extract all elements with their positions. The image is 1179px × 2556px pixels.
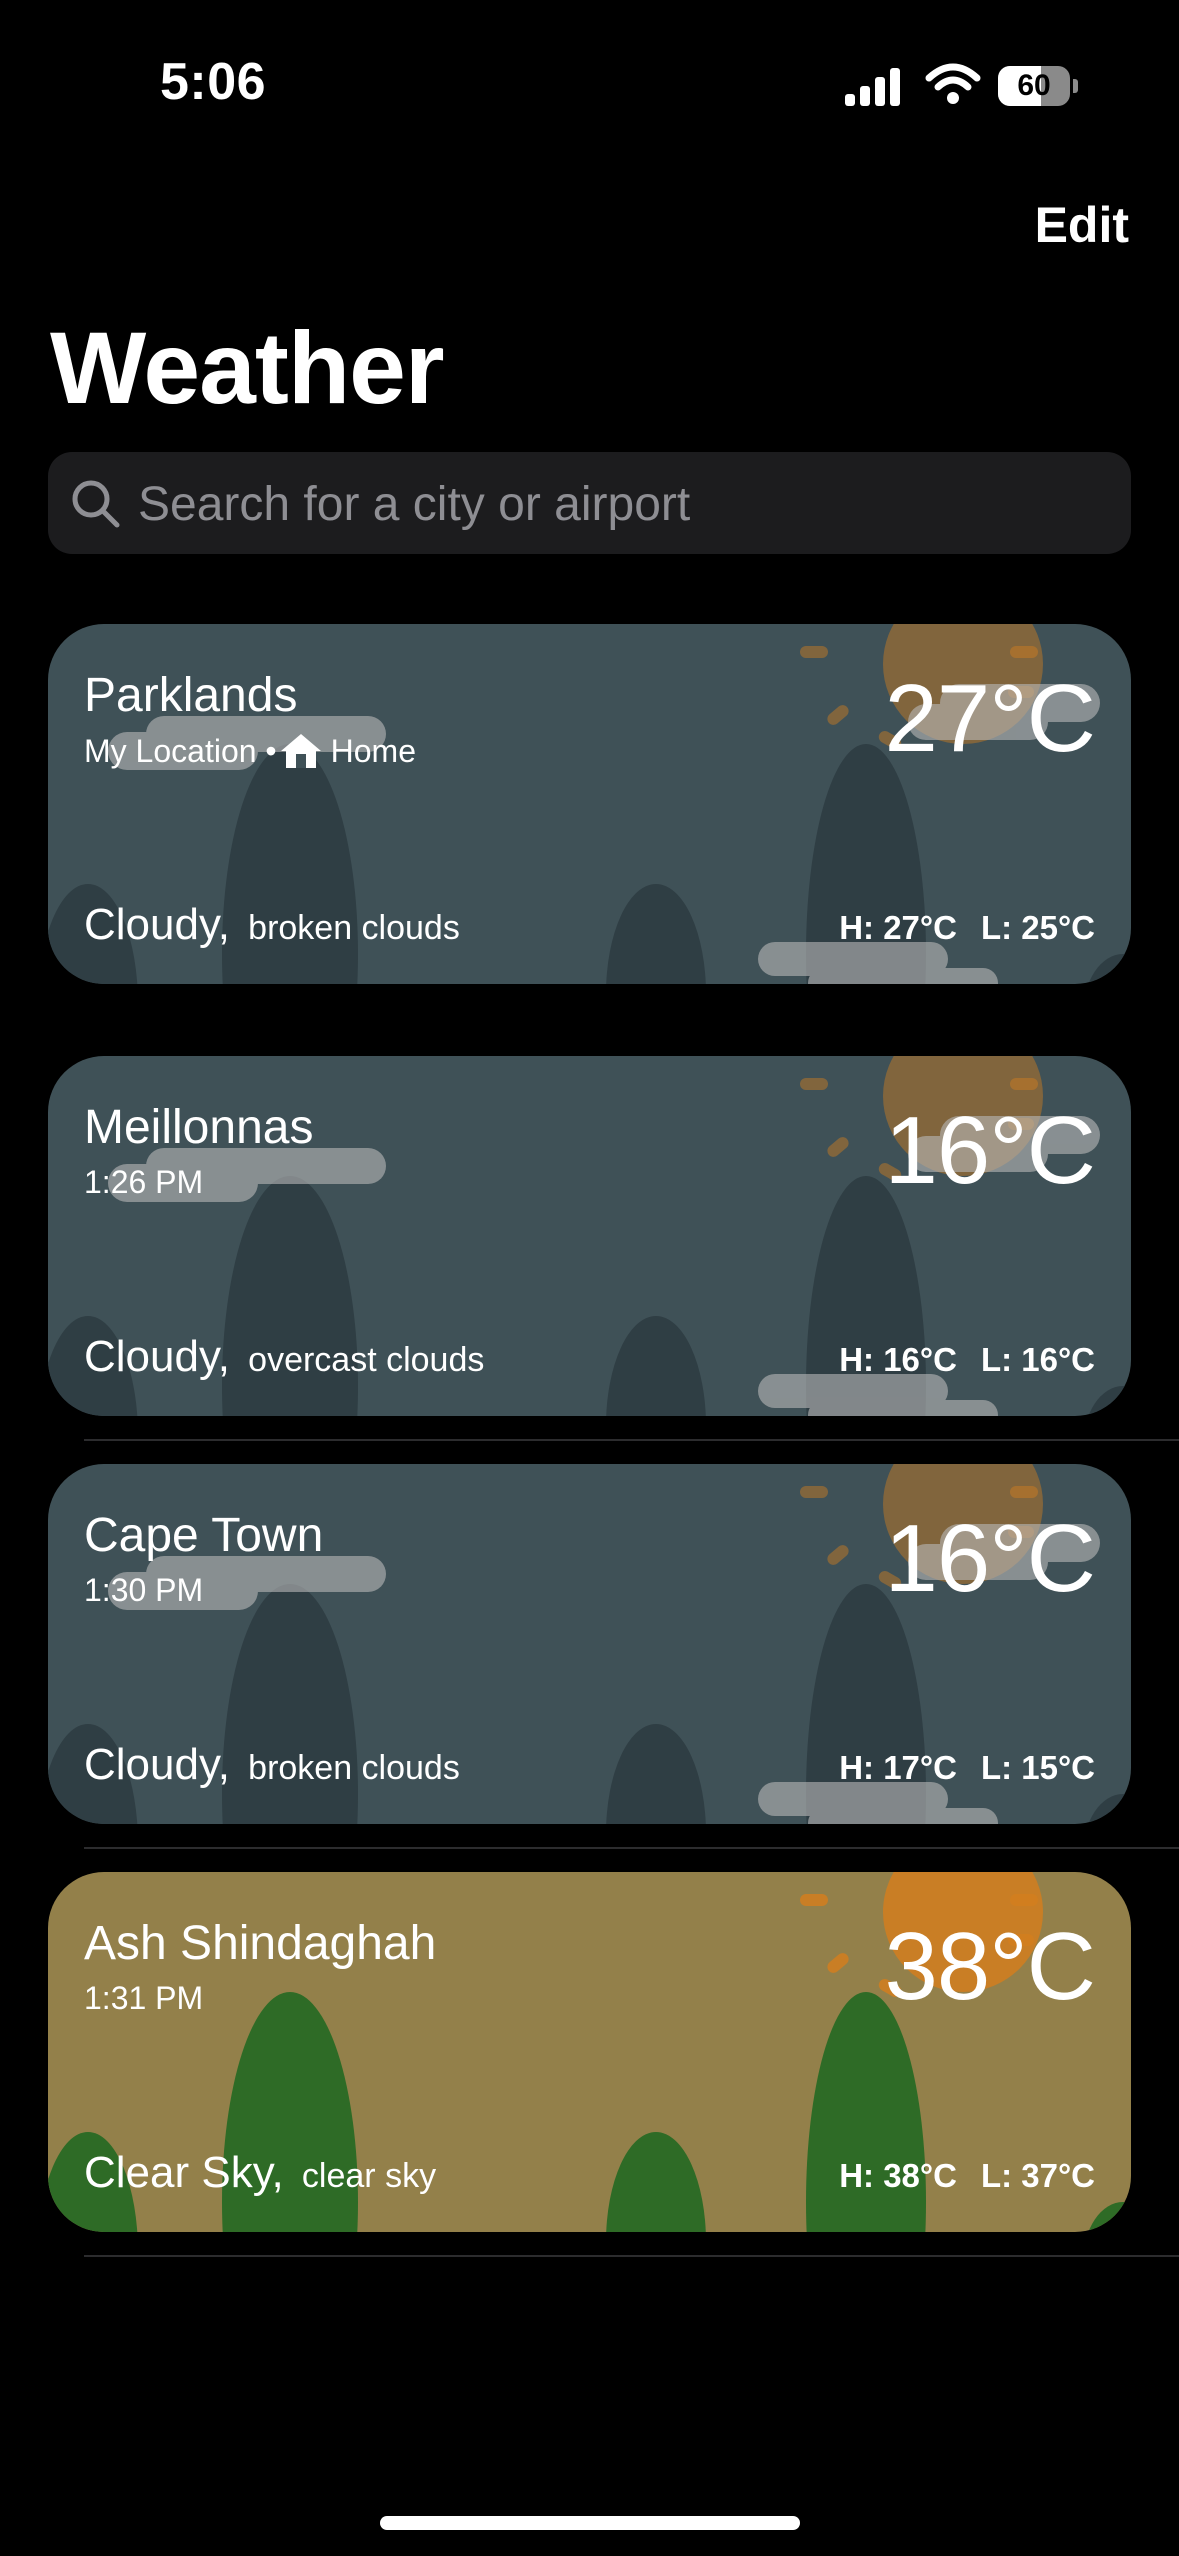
- high-low: H: 27°C L: 25°C: [839, 909, 1095, 947]
- high-temperature: H: 38°C: [839, 2157, 957, 2194]
- local-time: 1:30 PM: [84, 1572, 204, 1608]
- high-low: H: 16°C L: 16°C: [839, 1341, 1095, 1379]
- low-temperature: L: 15°C: [980, 1749, 1095, 1786]
- location-card-cape-town[interactable]: Cape Town 1:30 PM 16°C Cloudy, broken cl…: [48, 1464, 1131, 1824]
- low-temperature: L: 37°C: [980, 2157, 1095, 2194]
- high-temperature: H: 16°C: [839, 1341, 957, 1378]
- current-temperature: 38°C: [884, 1913, 1096, 2020]
- battery-level: 60: [1017, 69, 1051, 102]
- condition: Cloudy, overcast clouds: [84, 1332, 484, 1382]
- page-title: Weather: [50, 311, 445, 425]
- home-indicator[interactable]: [380, 2516, 800, 2530]
- low-temperature: L: 25°C: [980, 909, 1095, 946]
- local-time: 1:31 PM: [84, 1980, 204, 2016]
- high-temperature: H: 17°C: [839, 1749, 957, 1786]
- cellular-signal-icon: [845, 68, 900, 106]
- condition-detail: overcast clouds: [248, 1341, 485, 1379]
- current-temperature: 16°C: [884, 1505, 1096, 1612]
- search-icon: [72, 480, 120, 528]
- search-bar[interactable]: [48, 452, 1131, 556]
- status-bar: 5:06 60: [0, 0, 1179, 150]
- condition: Clear Sky, clear sky: [84, 2148, 436, 2198]
- high-low: H: 17°C L: 15°C: [839, 1749, 1095, 1787]
- separator: [84, 1847, 1179, 1849]
- condition-main: Clear Sky,: [84, 2148, 284, 2197]
- condition-main: Cloudy,: [84, 900, 230, 949]
- condition-main: Cloudy,: [84, 1332, 230, 1381]
- city-name: Cape Town: [84, 1509, 324, 1562]
- separator: [84, 1439, 1179, 1441]
- condition-detail: broken clouds: [248, 1749, 460, 1787]
- current-temperature: 16°C: [884, 1097, 1096, 1204]
- wifi-icon: [925, 63, 981, 104]
- separator: [84, 2255, 1179, 2257]
- search-input[interactable]: [136, 452, 1100, 556]
- city-name: Meillonnas: [84, 1101, 314, 1154]
- home-label: Home: [330, 732, 416, 769]
- city-name: Parklands: [84, 669, 298, 722]
- condition-main: Cloudy,: [84, 1740, 230, 1789]
- condition: Cloudy, broken clouds: [84, 900, 460, 950]
- battery-indicator: 60: [998, 66, 1078, 106]
- my-location-label: My Location •: [84, 732, 277, 769]
- edit-button[interactable]: Edit: [1035, 196, 1129, 254]
- condition-detail: clear sky: [301, 2157, 437, 2195]
- location-card-meillonnas[interactable]: Meillonnas 1:26 PM 16°C Cloudy, overcast…: [48, 1056, 1131, 1416]
- condition: Cloudy, broken clouds: [84, 1740, 460, 1790]
- city-name: Ash Shindaghah: [84, 1917, 437, 1970]
- status-time: 5:06: [160, 53, 267, 111]
- local-time: 1:26 PM: [84, 1164, 204, 1200]
- low-temperature: L: 16°C: [980, 1341, 1095, 1378]
- home-icon: [280, 734, 321, 768]
- location-card-ash-shindaghah[interactable]: Ash Shindaghah 1:31 PM 38°C Clear Sky, c…: [48, 1872, 1131, 2232]
- condition-detail: broken clouds: [248, 909, 460, 947]
- location-card-parklands[interactable]: Parklands My Location • Home 27°C Cloudy…: [48, 624, 1131, 984]
- current-temperature: 27°C: [884, 665, 1096, 772]
- high-temperature: H: 27°C: [839, 909, 957, 946]
- location-subtitle: My Location • Home: [84, 732, 416, 770]
- high-low: H: 38°C L: 37°C: [839, 2157, 1095, 2195]
